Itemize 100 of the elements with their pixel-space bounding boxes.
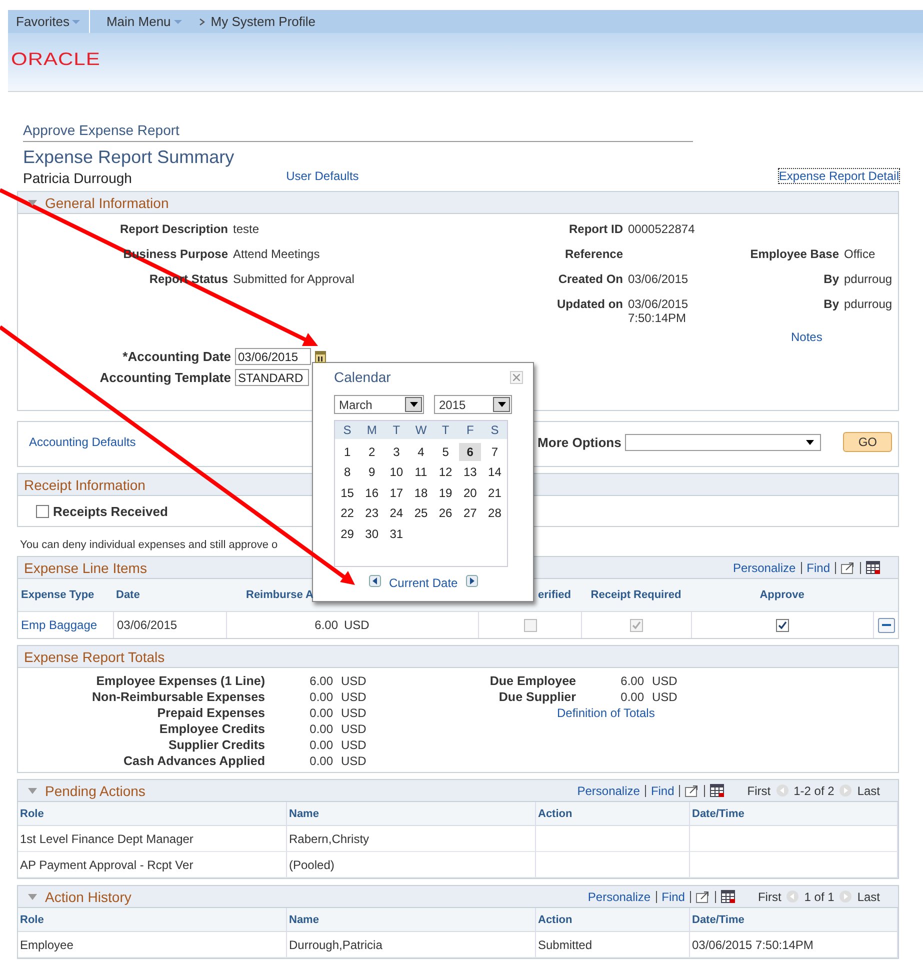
calendar-day[interactable]: 22 [336,504,359,522]
column-header: Approve [760,589,804,601]
calendar-day[interactable]: 12 [434,463,457,482]
field-value: 0000522874 [628,222,695,236]
calendar-day[interactable]: 10 [385,463,408,482]
main-menu[interactable]: Main Menu [98,14,191,29]
calendar-day[interactable]: 13 [458,463,482,482]
currency-text: USD [652,673,678,689]
calendar-day[interactable]: 7 [483,442,506,461]
last-label: Last [857,784,880,798]
calendar-day[interactable]: 1 [336,442,359,461]
currency-text: USD [341,689,368,705]
table-cell: Employee [18,932,287,958]
field-label: More Options [538,434,622,450]
table-cell: Rabern,Christy [287,826,536,852]
notes-link[interactable]: Notes [791,330,822,344]
calendar-day[interactable]: 30 [360,524,384,543]
accounting-defaults-link[interactable]: Accounting Defaults [29,435,136,449]
calendar-day[interactable]: 26 [434,504,457,522]
calendar-day[interactable]: 18 [410,484,432,502]
favorites-menu[interactable]: Favorites [8,14,90,29]
calendar-day[interactable]: 29 [336,524,359,543]
weekday-label: S [335,421,360,439]
calendar-day[interactable]: 16 [360,484,384,502]
field-label: Accounting Template [100,370,231,385]
calendar-day[interactable]: 9 [360,463,384,482]
expense-type-link[interactable]: Emp Baggage [21,618,98,632]
field-label: Created On [558,272,623,286]
calendar-day[interactable]: 3 [385,442,408,461]
personalize-link[interactable]: Personalize [588,890,651,904]
total-label: Cash Advances Applied [122,753,265,769]
column-header: Role [18,802,287,826]
calendar-day[interactable]: 2 [360,442,384,461]
calendar-day[interactable]: 14 [483,463,506,482]
table-cell: AP Payment Approval - Rcpt Ver [18,852,287,878]
definition-of-totals-link[interactable]: Definition of Totals [557,705,655,721]
calendar-day[interactable]: 28 [483,504,506,522]
table-cell: USD [344,618,370,632]
calendar-day[interactable]: 5 [434,442,457,461]
current-date-link[interactable]: Current Date [389,576,458,590]
column-header: Role [18,908,287,932]
calendar-day[interactable]: 27 [458,504,482,522]
calendar-day[interactable]: 19 [434,484,457,502]
calendar-day[interactable]: 17 [385,484,408,502]
breadcrumb-link[interactable]: My System Profile [210,14,316,29]
column-header: Date/Time [690,908,898,932]
section-title: Expense Report Totals [24,648,165,664]
field-label: Report ID [569,222,623,236]
calendar-day[interactable]: 4 [410,442,432,461]
month-dropdown[interactable]: March [334,395,424,414]
weekday-label: T [433,421,458,439]
field-label: Reference [564,247,623,261]
calendar-day[interactable]: 25 [410,504,432,522]
field-value: Submitted for Approval [233,272,354,286]
total-label: Prepaid Expenses [156,705,265,721]
page-range: 1 of 1 [804,890,834,904]
field-value: pdurroug [844,272,892,286]
table-cell: 03/06/2015 [117,618,178,632]
total-amount: 0.00 [308,689,333,705]
find-link[interactable]: Find [650,784,674,798]
go-button[interactable]: GO [843,432,892,452]
section-title: Receipt Information [24,476,146,492]
personalize-link[interactable]: Personalize [577,784,640,798]
table-cell: (Pooled) [287,852,536,878]
calendar-day[interactable]: 11 [410,463,432,482]
calendar-day[interactable]: 31 [385,524,408,543]
currency-text: USD [652,689,678,705]
field-value: 03/06/2015 [628,272,688,286]
find-link[interactable]: Find [806,560,830,574]
calendar-day[interactable]: 15 [336,484,359,502]
calendar-day[interactable]: 20 [458,484,482,502]
calendar-day[interactable]: 23 [360,504,384,522]
field-label: Employee Base [750,247,839,261]
find-link[interactable]: Find [662,890,685,904]
calendar-day[interactable]: 24 [385,504,408,522]
page-range: 1-2 of 2 [794,784,834,798]
field-value: Attend Meetings [233,247,320,261]
expense-report-detail-link[interactable]: Expense Report Detail [778,169,899,183]
column-header: Date/Time [690,802,898,826]
total-amount: 0.00 [308,705,333,721]
currency-text: USD [341,721,368,737]
weekday-label: T [384,421,409,439]
page-title: Expense Report Summary [23,147,234,168]
total-label: Supplier Credits [167,737,265,753]
date-field[interactable]: 03/06/2015 [235,348,311,365]
calendar-day[interactable]: 8 [336,463,359,482]
field-label: *Accounting Date [122,349,231,364]
field-label: By [824,297,839,311]
personalize-link[interactable]: Personalize [732,560,796,574]
calendar-day[interactable]: 21 [483,484,506,502]
table-cell: 1st Level Finance Dept Manager [18,826,287,852]
total-label: Employee Credits [158,721,265,737]
field-label: Updated on [557,297,623,311]
template-field[interactable]: STANDARD [235,369,309,386]
total-amount: 0.00 [620,689,644,705]
user-defaults-link[interactable]: User Defaults [286,169,359,183]
year-dropdown[interactable]: 2015 [434,395,512,414]
field-label: Report Description [120,222,228,236]
column-header: Name [287,908,536,932]
calendar-day[interactable]: 6 [458,442,482,461]
